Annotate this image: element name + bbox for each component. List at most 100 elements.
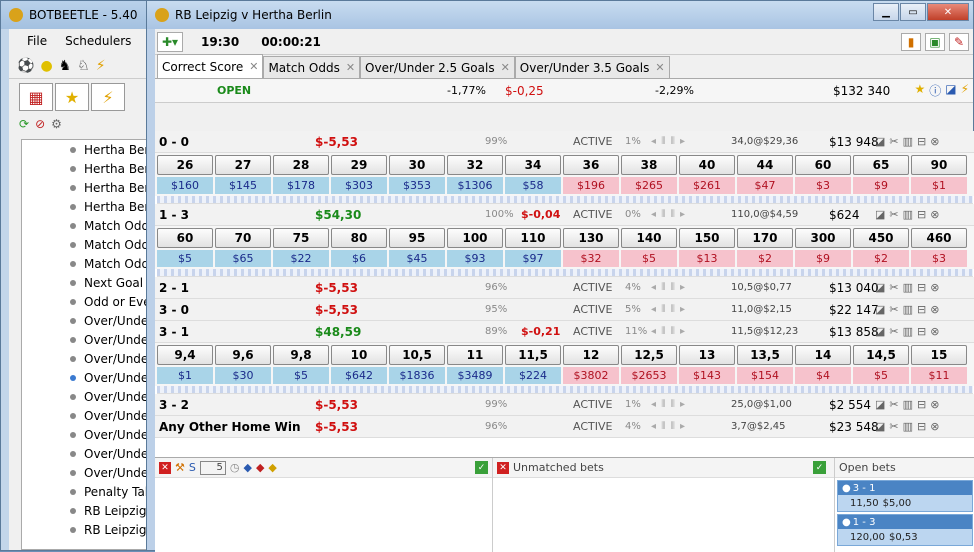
tree-item[interactable]: Hertha Ber — [22, 159, 158, 178]
ladder-icon[interactable]: ▥ — [903, 208, 913, 221]
price-button[interactable]: 14,5 — [853, 345, 909, 365]
minimize-button[interactable]: ▁ — [873, 3, 899, 21]
remove-icon[interactable]: ⊗ — [930, 208, 939, 221]
cancel-unmatched-icon[interactable]: ✕ — [497, 461, 509, 474]
price-button[interactable]: 65 — [853, 155, 909, 175]
lay-price-cell[interactable]: 13 $143 — [679, 345, 735, 384]
back-price-cell[interactable]: 80 $6 — [331, 228, 387, 267]
price-button[interactable]: 28 — [273, 155, 329, 175]
tennis-icon[interactable]: ● — [40, 58, 52, 74]
price-button[interactable]: 32 — [447, 155, 503, 175]
lay-price-cell[interactable]: 65 $9 — [853, 155, 909, 194]
lay-price-cell[interactable]: 450 $2 — [853, 228, 909, 267]
tree-item[interactable]: Match Odd — [22, 235, 158, 254]
back-price-cell[interactable]: 10 $642 — [331, 345, 387, 384]
lay-price-cell[interactable]: 12 $3802 — [563, 345, 619, 384]
back-price-cell[interactable]: 9,8 $5 — [273, 345, 329, 384]
open-bet-card[interactable]: ● 3 - 1 11,50 $5,00 — [837, 480, 973, 512]
back-price-cell[interactable]: 27 $145 — [215, 155, 271, 194]
price-button[interactable]: 95 — [389, 228, 445, 248]
lay-price-cell[interactable]: 36 $196 — [563, 155, 619, 194]
tab-close-icon[interactable]: ✕ — [655, 61, 664, 74]
price-button[interactable]: 60 — [795, 155, 851, 175]
tools-icon[interactable]: ✂ — [889, 420, 898, 433]
lay-price-cell[interactable]: 38 $265 — [621, 155, 677, 194]
settings-icon[interactable]: ⚙ — [51, 117, 62, 135]
tree-item[interactable]: Over/Unde — [22, 387, 158, 406]
confirm-unmatched-icon[interactable]: ✓ — [813, 461, 826, 474]
graph-icon[interactable]: ◪ — [875, 281, 885, 294]
price-button[interactable]: 9,4 — [157, 345, 213, 365]
greyhound-icon[interactable]: ♘ — [77, 58, 90, 74]
shield-blue-icon[interactable]: ◆ — [243, 461, 251, 474]
price-button[interactable]: 26 — [157, 155, 213, 175]
price-button[interactable]: 34 — [505, 155, 561, 175]
cancel-all-icon[interactable]: ✕ — [159, 461, 171, 474]
mini-arrows-icon[interactable]: ◂ ⫴ ⫴ ▸ — [651, 209, 686, 220]
back-price-cell[interactable]: 29 $303 — [331, 155, 387, 194]
graph-icon[interactable]: ◪ — [945, 82, 956, 99]
price-button[interactable]: 460 — [911, 228, 967, 248]
back-price-cell[interactable]: 95 $45 — [389, 228, 445, 267]
tree-item[interactable]: Next Goal — [22, 273, 158, 292]
tree-item[interactable]: Over/Unde — [22, 444, 158, 463]
price-button[interactable]: 300 — [795, 228, 851, 248]
ladder-icon[interactable]: ▥ — [903, 325, 913, 338]
tree-item[interactable]: Over/Unde — [22, 349, 158, 368]
lay-price-cell[interactable]: 14 $4 — [795, 345, 851, 384]
tree-item[interactable]: Hertha Ber — [22, 140, 158, 159]
market-tree[interactable]: Hertha Ber Hertha Ber Hertha Ber Hertha Ber… — [21, 139, 159, 550]
back-price-cell[interactable]: 110 $97 — [505, 228, 561, 267]
tree-item[interactable]: Hertha Ber — [22, 178, 158, 197]
price-button[interactable]: 70 — [215, 228, 271, 248]
expand-icon[interactable]: ⊟ — [917, 398, 926, 411]
price-button[interactable]: 13,5 — [737, 345, 793, 365]
lightning-icon[interactable]: ⚡ — [96, 58, 106, 74]
back-price-cell[interactable]: 26 $160 — [157, 155, 213, 194]
back-window-titlebar[interactable]: BOTBEETLE - 5.40 — [1, 1, 159, 29]
tools-icon[interactable]: ✂ — [889, 281, 898, 294]
price-button[interactable]: 60 — [157, 228, 213, 248]
back-price-cell[interactable]: 70 $65 — [215, 228, 271, 267]
tab-market[interactable]: Correct Score ✕ — [157, 54, 264, 78]
mini-arrows-icon[interactable]: ◂ ⫴ ⫴ ▸ — [651, 282, 686, 293]
tools-icon[interactable]: ✂ — [889, 325, 898, 338]
price-button[interactable]: 30 — [389, 155, 445, 175]
lay-price-cell[interactable]: 150 $13 — [679, 228, 735, 267]
menu-file[interactable]: File — [27, 34, 47, 48]
price-button[interactable]: 12,5 — [621, 345, 677, 365]
tree-item[interactable]: Over/Unde — [22, 368, 158, 387]
tree-item[interactable]: Match Odd — [22, 216, 158, 235]
tree-item[interactable]: RB Leipzig — [22, 520, 158, 539]
tools-icon[interactable]: ✂ — [889, 303, 898, 316]
shield-yellow-icon[interactable]: ◆ — [268, 461, 276, 474]
ladder-icon[interactable]: ▥ — [903, 398, 913, 411]
price-button[interactable]: 27 — [215, 155, 271, 175]
graph-icon[interactable]: ◪ — [875, 135, 885, 148]
tree-item[interactable]: RB Leipzig — [22, 501, 158, 520]
back-price-cell[interactable]: 75 $22 — [273, 228, 329, 267]
menu-schedulers[interactable]: Schedulers — [65, 34, 131, 48]
lay-price-cell[interactable]: 13,5 $154 — [737, 345, 793, 384]
new-window-icon[interactable]: ▣ — [925, 33, 945, 51]
tab-close-icon[interactable]: ✕ — [346, 61, 355, 74]
lightning-tab-icon[interactable]: ⚡ — [91, 83, 125, 111]
back-price-cell[interactable]: 10,5 $1836 — [389, 345, 445, 384]
mini-arrows-icon[interactable]: ◂ ⫴ ⫴ ▸ — [651, 421, 686, 432]
tab-market[interactable]: Over/Under 3.5 Goals ✕ — [514, 56, 670, 78]
remove-icon[interactable]: ⊗ — [930, 135, 939, 148]
mini-arrows-icon[interactable]: ◂ ⫴ ⫴ ▸ — [651, 304, 686, 315]
tree-item[interactable]: Hertha Ber — [22, 197, 158, 216]
graph-icon[interactable]: ◪ — [875, 303, 885, 316]
expand-icon[interactable]: ⊟ — [917, 135, 926, 148]
star-tab-icon[interactable]: ★ — [55, 83, 89, 111]
remove-icon[interactable]: ⊗ — [930, 303, 939, 316]
remove-icon[interactable]: ⊗ — [930, 398, 939, 411]
tab-close-icon[interactable]: ✕ — [501, 61, 510, 74]
automation-icon[interactable]: ⚡ — [961, 82, 969, 99]
soccer-icon[interactable]: ⚽ — [17, 58, 34, 74]
ladder-icon[interactable]: ▥ — [903, 303, 913, 316]
ladder-icon[interactable]: ▥ — [903, 281, 913, 294]
close-button[interactable]: ✕ — [927, 3, 969, 21]
tree-item[interactable]: Penalty Tal — [22, 482, 158, 501]
